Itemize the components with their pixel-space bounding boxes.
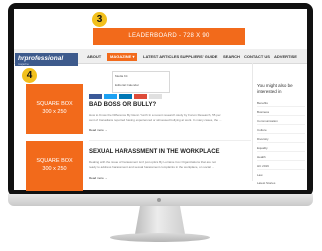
sidebar-item-equality[interactable]: Equality xyxy=(257,146,268,150)
nav-item-contact-us[interactable]: CONTACT US xyxy=(244,53,270,61)
twitter-share-icon[interactable] xyxy=(104,94,117,99)
square-ad-1-size: 300 x 250 xyxy=(42,109,67,115)
divider xyxy=(257,124,305,125)
article-excerpt: Dealing with the issue of harassment isn… xyxy=(89,160,216,164)
facebook-share-icon[interactable] xyxy=(89,94,102,99)
article-title[interactable]: BAD BOSS OR BULLY? xyxy=(89,102,156,108)
divider xyxy=(257,151,305,152)
sidebar-item-hc-2019[interactable]: HC 2019 xyxy=(257,164,269,168)
sidebar-item-communication[interactable]: Communication xyxy=(257,119,278,123)
divider xyxy=(257,142,305,143)
divider xyxy=(257,115,305,116)
dropdown-item-media-kit[interactable]: Media Kit xyxy=(115,74,128,78)
monitor-stand-base xyxy=(110,233,210,242)
sidebar-heading: You might also be xyxy=(257,83,293,88)
sidebar-item-latest-stories[interactable]: Latest Stories xyxy=(257,181,275,185)
sidebar-heading: interested in xyxy=(257,89,282,94)
sidebar-item-diversity[interactable]: Diversity xyxy=(257,137,269,141)
nav-item-advertise[interactable]: ADVERTISE xyxy=(274,53,297,61)
nav-item-about[interactable]: ABOUT xyxy=(87,53,101,61)
nav-item-latest-articles[interactable]: LATEST ARTICLES xyxy=(143,53,179,61)
google-share-icon[interactable] xyxy=(134,94,147,99)
sidebar-item-law[interactable]: Law xyxy=(257,173,263,177)
square-ad-2-title: SQUARE BOX xyxy=(36,158,73,164)
article-excerpt: cent of Canadians reported having experi… xyxy=(89,118,222,122)
article-excerpt: How to Know the Difference By Glenn Yurc… xyxy=(89,113,221,117)
nav-item-suppliers-guide[interactable]: SUPPLIERS' GUIDE xyxy=(180,53,217,61)
nav-item-magazine[interactable]: MAGAZINE ▾ xyxy=(107,53,138,61)
leaderboard-ad[interactable]: LEADERBOARD - 728 X 90 xyxy=(93,28,245,45)
sidebar-item-benefits[interactable]: Benefits xyxy=(257,101,268,105)
nav-item-search[interactable]: SEARCH xyxy=(223,53,240,61)
email-share-icon[interactable] xyxy=(149,94,162,99)
article-excerpt: ready to address harassment and sexual h… xyxy=(89,165,215,169)
linkedin-share-icon[interactable] xyxy=(119,94,132,99)
monitor-logo xyxy=(157,198,161,202)
dropdown-item-editorial-calendar[interactable]: Editorial Calendar xyxy=(115,83,139,87)
callout-badge-3: 3 xyxy=(92,12,107,27)
divider xyxy=(257,133,305,134)
read-more-link[interactable]: Read more → xyxy=(89,128,108,132)
divider xyxy=(257,106,305,107)
square-ad-2[interactable]: SQUARE BOX 300 x 250 xyxy=(26,141,83,191)
square-ad-1[interactable]: SQUARE BOX 300 x 250 xyxy=(26,84,83,134)
sidebar-item-health[interactable]: Health xyxy=(257,155,266,159)
square-ad-2-size: 300 x 250 xyxy=(42,166,67,172)
divider xyxy=(257,160,305,161)
divider xyxy=(257,169,305,170)
site-logo-tagline: magazine xyxy=(18,63,29,66)
sidebar-item-business[interactable]: Business xyxy=(257,110,269,114)
square-ad-1-title: SQUARE BOX xyxy=(36,101,73,107)
sidebar-item-culture[interactable]: Culture xyxy=(257,128,267,132)
sidebar-divider xyxy=(252,63,253,181)
article-title[interactable]: SEXUAL HARASSMENT IN THE WORKPLACE xyxy=(89,149,220,155)
callout-badge-4: 4 xyxy=(22,68,37,83)
monitor-stand-neck xyxy=(135,206,185,234)
divider xyxy=(89,140,251,141)
read-more-link[interactable]: Read more → xyxy=(89,176,108,180)
